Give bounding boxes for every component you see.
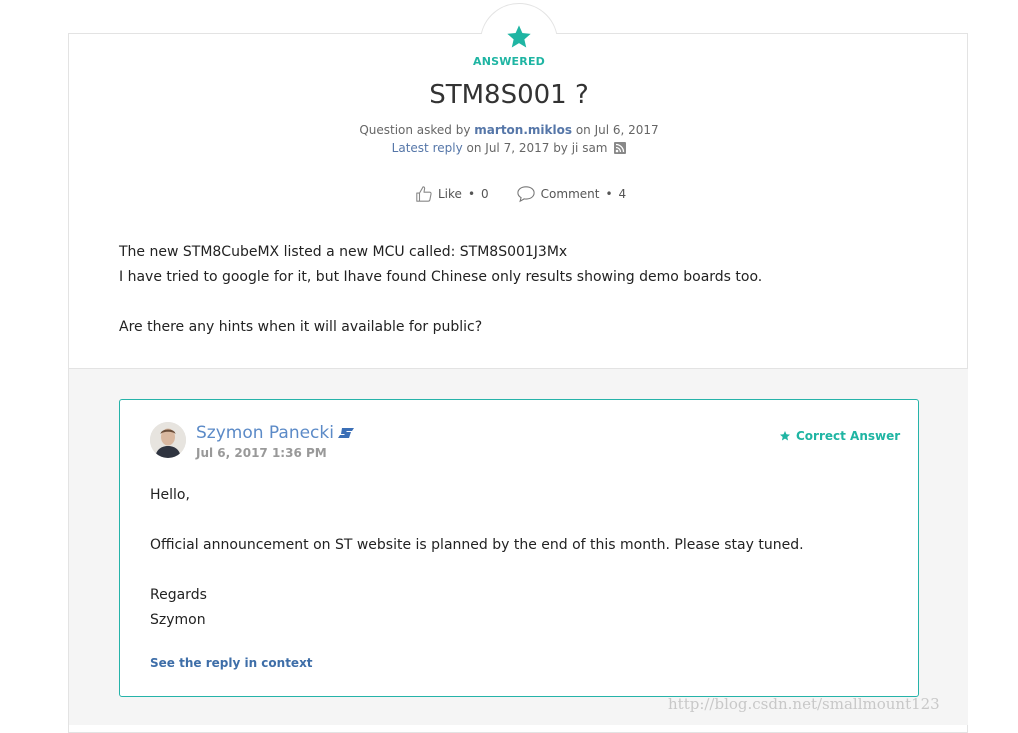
correct-answer-badge: Correct Answer [779, 429, 900, 443]
avatar[interactable] [150, 422, 186, 458]
star-icon [780, 431, 790, 441]
answer-body: Hello, Official announcement on ST websi… [150, 487, 804, 628]
answer-author: Szymon Panecki [196, 423, 354, 443]
star-icon [507, 25, 531, 48]
watermark: http://blog.csdn.net/smallmount123 [668, 695, 940, 713]
comment-count: 4 [618, 187, 627, 201]
see-reply-in-context-link[interactable]: See the reply in context [150, 656, 313, 670]
asker-link[interactable]: marton.miklos [474, 123, 572, 137]
question-body: The new STM8CubeMX listed a new MCU call… [119, 244, 763, 335]
comment-icon [517, 186, 535, 203]
latest-reply-link[interactable]: Latest reply [392, 141, 463, 155]
answer-date: Jul 6, 2017 1:36 PM [196, 446, 327, 460]
author-link[interactable]: Szymon Panecki [196, 423, 334, 443]
like-button[interactable]: Like [415, 185, 462, 203]
question-actions: Like • 0 Comment • 4 [415, 185, 626, 203]
page-title: STM8S001 ? [429, 80, 589, 110]
thumbs-up-icon [416, 186, 432, 202]
latest-reply-meta: Latest reply on Jul 7, 2017 by ji sam [0, 141, 1018, 155]
answered-status: ANSWERED [472, 55, 545, 68]
st-logo-icon [337, 428, 354, 438]
question-meta: Question asked by marton.miklos on Jul 6… [359, 123, 659, 137]
comment-button[interactable]: Comment [516, 185, 599, 203]
like-count: 0 [481, 187, 489, 201]
rss-icon[interactable] [614, 142, 627, 154]
